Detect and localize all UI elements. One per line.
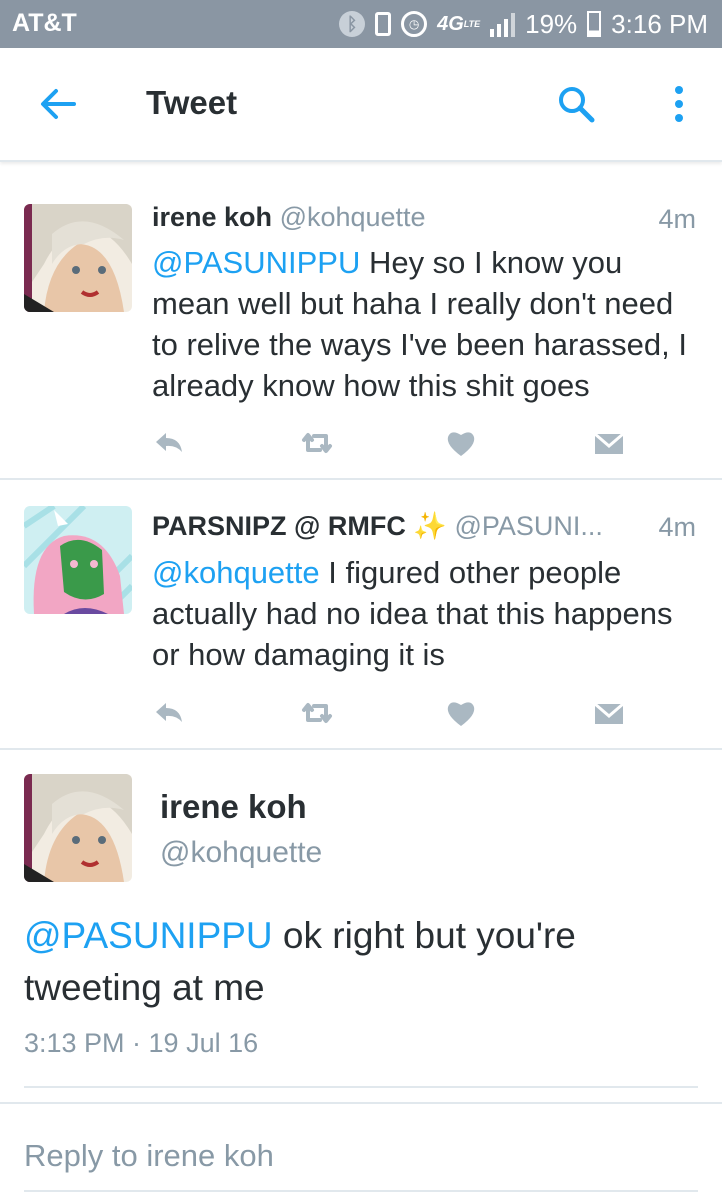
like-icon[interactable] xyxy=(444,426,478,460)
tweet-item[interactable]: irene koh @kohquette 4m @PASUNIPPU Hey s… xyxy=(0,178,722,480)
mention-link[interactable]: @kohquette xyxy=(152,555,320,590)
status-icons: ᛒ ◷ 4G LTE 19% 3:16 PM xyxy=(339,7,708,41)
tweet-time: 4m xyxy=(658,204,696,234)
retweet-icon[interactable] xyxy=(300,696,334,730)
app-bar: Tweet xyxy=(0,48,722,162)
retweet-icon[interactable] xyxy=(300,426,334,460)
tweet-timestamp: 3:13 PM · 19 Jul 16 xyxy=(24,1028,259,1058)
alarm-icon: ◷ xyxy=(401,11,428,37)
bluetooth-icon: ᛒ xyxy=(339,11,366,37)
carrier-label: AT&T xyxy=(12,9,77,37)
page-title: Tweet xyxy=(146,84,238,121)
battery-percent: 19% xyxy=(525,8,578,39)
tweet-text: @PASUNIPPU Hey so I know you mean well b… xyxy=(152,242,702,406)
tweet-header: PARSNIPZ @ RMFC ✨ @PASUNI... xyxy=(152,510,603,542)
author-name[interactable]: PARSNIPZ @ RMFC xyxy=(152,511,406,541)
search-icon[interactable] xyxy=(556,84,596,124)
author-handle[interactable]: @PASUNI... xyxy=(454,511,602,541)
tweet-item[interactable]: PARSNIPZ @ RMFC ✨ @PASUNI... 4m @kohquet… xyxy=(0,480,722,750)
status-bar: AT&T ᛒ ◷ 4G LTE 19% 3:16 PM xyxy=(0,0,722,48)
reply-icon[interactable] xyxy=(152,426,186,460)
mention-link[interactable]: @PASUNIPPU xyxy=(152,245,360,280)
author-handle[interactable]: @kohquette xyxy=(280,202,426,232)
author-name[interactable]: irene koh xyxy=(152,202,272,232)
avatar[interactable] xyxy=(24,774,132,882)
avatar[interactable] xyxy=(24,204,132,312)
tweet-text: @PASUNIPPU ok right but you're tweeting … xyxy=(24,910,704,1014)
message-icon[interactable] xyxy=(592,696,626,730)
back-arrow-icon[interactable] xyxy=(38,84,78,124)
tweet-text: @kohquette I figured other people actual… xyxy=(152,552,702,675)
network-type: 4G LTE xyxy=(437,13,480,36)
like-icon[interactable] xyxy=(444,696,478,730)
reply-underline xyxy=(24,1190,698,1192)
mention-link[interactable]: @PASUNIPPU xyxy=(24,915,273,956)
network-label: 4G xyxy=(437,12,464,35)
sparkles-icon: ✨ xyxy=(413,511,447,541)
divider xyxy=(24,1086,698,1088)
reply-icon[interactable] xyxy=(152,696,186,730)
avatar[interactable] xyxy=(24,506,132,614)
tweet-actions xyxy=(0,696,722,732)
vibrate-icon xyxy=(375,12,392,36)
author-handle[interactable]: @kohquette xyxy=(160,836,322,870)
more-vertical-icon[interactable] xyxy=(664,84,694,124)
reply-box[interactable]: Reply to irene koh xyxy=(0,1102,722,1202)
tweet-header: irene koh @kohquette xyxy=(152,202,426,233)
status-time: 3:16 PM xyxy=(611,8,708,39)
author-name[interactable]: irene koh xyxy=(160,788,307,826)
message-icon[interactable] xyxy=(592,426,626,460)
network-sub-label: LTE xyxy=(463,19,481,29)
focused-tweet: irene koh @kohquette @PASUNIPPU ok right… xyxy=(0,752,722,1092)
battery-icon xyxy=(587,11,602,37)
tweet-time: 4m xyxy=(658,512,696,542)
signal-icon xyxy=(490,11,516,37)
tweet-actions xyxy=(0,426,722,462)
reply-input[interactable]: Reply to irene koh xyxy=(24,1138,274,1174)
